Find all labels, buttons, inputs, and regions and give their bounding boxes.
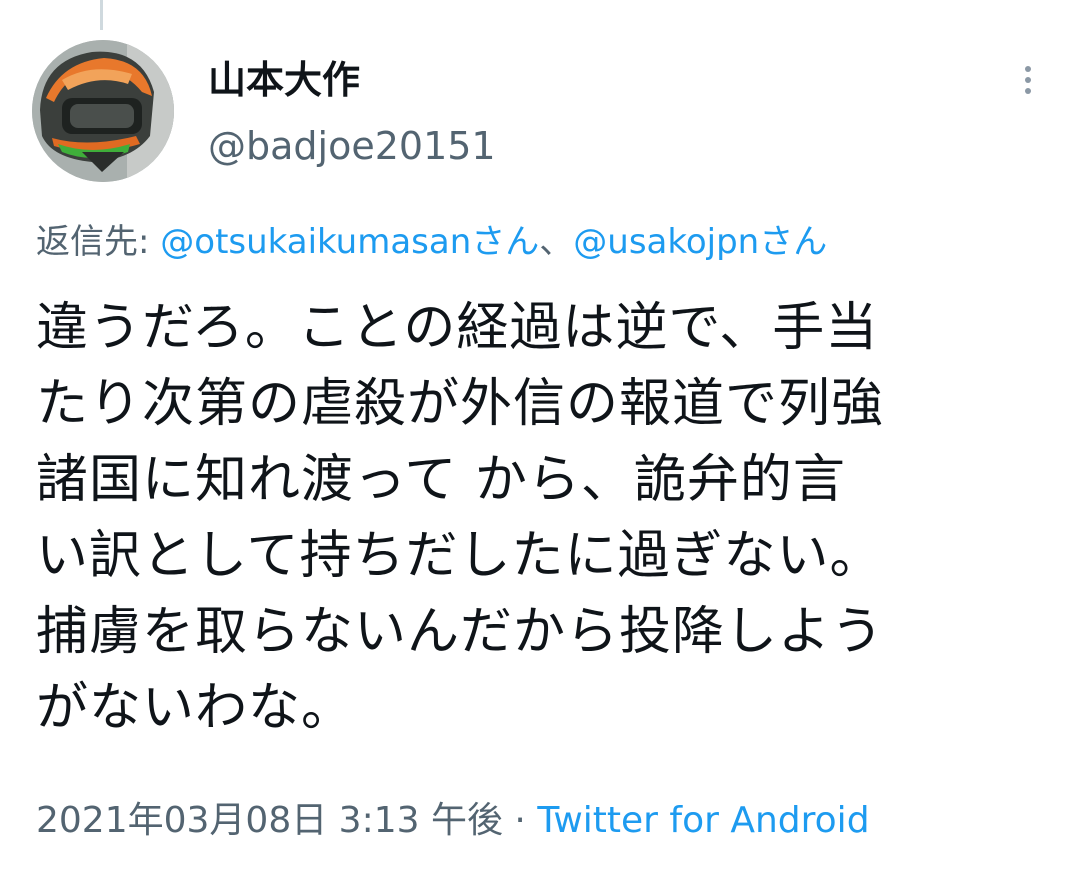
user-handle[interactable]: @badjoe20151 bbox=[208, 122, 496, 170]
more-options-button[interactable] bbox=[1008, 60, 1048, 100]
tweet-source-link[interactable]: Twitter for Android bbox=[537, 800, 869, 841]
tweet-timestamp[interactable]: 2021年03月08日 3:13 午後 bbox=[36, 800, 503, 841]
tweet-text-line: 捕虜を取らないんだから投降しよう bbox=[36, 602, 885, 662]
tweet-text-line: 違うだろ。ことの経過は逆で、手当 bbox=[36, 298, 879, 358]
reply-mention-usakojpn[interactable]: @usakojpnさん bbox=[573, 222, 827, 262]
tweet-text-line: 諸国に知れ渡って から、詭弁的言 bbox=[36, 450, 846, 510]
display-name[interactable]: 山本大作 bbox=[208, 56, 360, 104]
tweet-text-line: い訳として持ちだしたに過ぎない。 bbox=[36, 526, 883, 586]
tweet-meta: 2021年03月08日 3:13 午後 · Twitter for Androi… bbox=[36, 796, 870, 846]
tweet-text-line: がないわな。 bbox=[36, 678, 355, 738]
reply-to-label: 返信先: bbox=[36, 222, 161, 262]
meta-separator: · bbox=[502, 800, 538, 841]
more-vertical-icon-dot-2 bbox=[1025, 77, 1031, 83]
reply-mention-separator: 、 bbox=[539, 222, 574, 262]
avatar[interactable] bbox=[32, 40, 174, 182]
more-vertical-icon bbox=[1025, 66, 1031, 72]
thread-connector-line bbox=[100, 0, 103, 30]
more-vertical-icon-dot-3 bbox=[1025, 88, 1031, 94]
tweet-text-line: たり次第の虐殺が外信の報道で列強 bbox=[36, 374, 885, 434]
reply-mention-otsukaikumasan[interactable]: @otsukaikumasanさん bbox=[160, 222, 539, 262]
helmet-avatar-image bbox=[32, 40, 174, 182]
tweet-body: 違うだろ。ことの経過は逆で、手当 たり次第の虐殺が外信の報道で列強 諸国に知れ渡… bbox=[36, 290, 1056, 746]
reply-to-line: 返信先: @otsukaikumasanさん、@usakojpnさん bbox=[36, 218, 827, 266]
